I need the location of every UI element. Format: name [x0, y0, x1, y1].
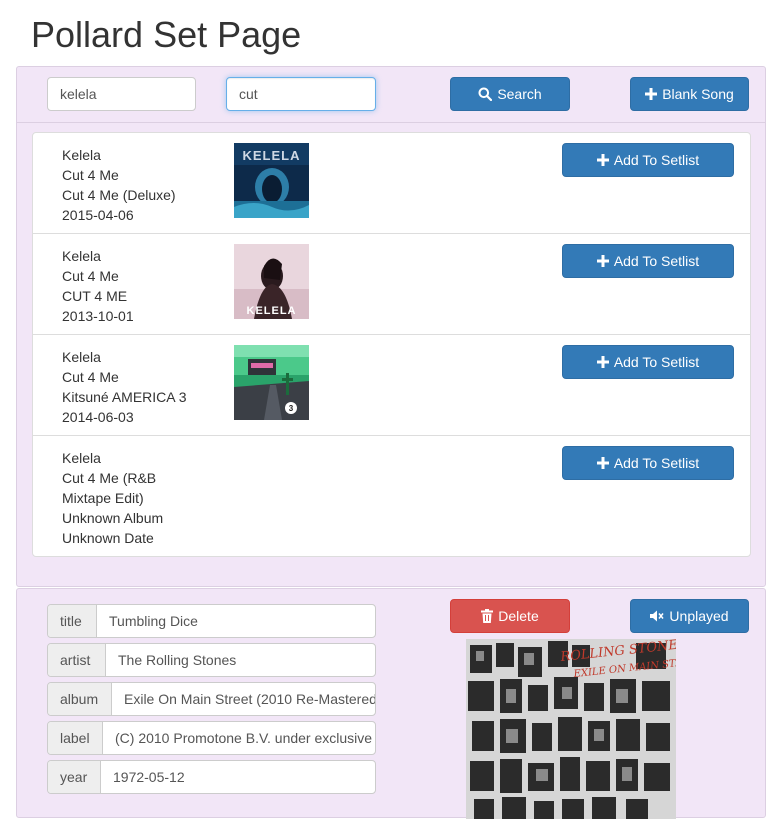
- delete-label: Delete: [498, 608, 539, 624]
- search-bar: Search Blank Song: [17, 67, 765, 123]
- result-album: CUT 4 ME: [62, 288, 128, 304]
- plus-icon: [596, 356, 609, 368]
- result-date: 2014-06-03: [62, 409, 134, 425]
- blank-song-label: Blank Song: [662, 86, 734, 102]
- album-cover: KELELA: [234, 244, 309, 319]
- result-info: Kelela Cut 4 Me Cut 4 Me (Deluxe) 2015-0…: [62, 145, 202, 225]
- result-date: 2013-10-01: [62, 308, 134, 324]
- result-album: Cut 4 Me (Deluxe): [62, 187, 176, 203]
- album-cover: KELELA: [234, 143, 309, 218]
- search-results-list: Kelela Cut 4 Me Cut 4 Me (Deluxe) 2015-0…: [32, 132, 751, 557]
- label-field-label: label: [48, 722, 103, 754]
- title-search-input[interactable]: [226, 77, 376, 111]
- result-title: Cut 4 Me: [62, 268, 119, 284]
- album-cover: 3: [234, 345, 309, 420]
- album-field-value[interactable]: Exile On Main Street (2010 Re-Mastered): [112, 683, 375, 715]
- artist-field-value[interactable]: The Rolling Stones: [106, 644, 375, 676]
- svg-text:KELELA: KELELA: [243, 148, 301, 163]
- svg-text:KELELA: KELELA: [247, 305, 297, 317]
- add-to-setlist-button[interactable]: Add To Setlist: [562, 345, 734, 379]
- volume-off-icon: [650, 610, 665, 622]
- label-field[interactable]: label (C) 2010 Promotone B.V. under excl…: [47, 721, 376, 755]
- trash-icon: [481, 609, 494, 623]
- add-to-setlist-button[interactable]: Add To Setlist: [562, 143, 734, 177]
- result-artist: Kelela: [62, 450, 101, 466]
- plus-icon: [596, 154, 609, 166]
- add-to-setlist-button[interactable]: Add To Setlist: [562, 446, 734, 480]
- result-title: Cut 4 Me: [62, 369, 119, 385]
- label-field-value[interactable]: (C) 2010 Promotone B.V. under exclusive …: [103, 722, 375, 754]
- year-field-label: year: [48, 761, 101, 793]
- result-title: Cut 4 Me: [62, 167, 119, 183]
- result-title: Cut 4 Me (R&B: [62, 470, 157, 486]
- result-info: Kelela Cut 4 Me (R&B Mixtape Edit) Unkno…: [62, 448, 202, 548]
- song-detail-panel: title Tumbling Dice artist The Rolling S…: [16, 588, 766, 819]
- result-artist: Kelela: [62, 248, 101, 264]
- artist-field-label: artist: [48, 644, 106, 676]
- result-date: 2015-04-06: [62, 207, 134, 223]
- result-row: Kelela Cut 4 Me Kitsuné AMERICA 3 2014-0…: [33, 335, 750, 436]
- result-info: Kelela Cut 4 Me Kitsuné AMERICA 3 2014-0…: [62, 347, 202, 427]
- title-field-label: title: [48, 605, 97, 637]
- album-field[interactable]: album Exile On Main Street (2010 Re-Mast…: [47, 682, 376, 716]
- result-row: Kelela Cut 4 Me CUT 4 ME 2013-10-01 KELE…: [33, 234, 750, 335]
- title-field[interactable]: title Tumbling Dice: [47, 604, 376, 638]
- result-row: Kelela Cut 4 Me (R&B Mixtape Edit) Unkno…: [33, 436, 750, 557]
- add-to-setlist-button[interactable]: Add To Setlist: [562, 244, 734, 278]
- result-album: Kitsuné AMERICA 3: [62, 389, 187, 405]
- svg-text:3: 3: [289, 404, 294, 413]
- unplayed-button[interactable]: Unplayed: [630, 599, 749, 633]
- page-title: Pollard Set Page: [31, 14, 302, 55]
- result-artist: Kelela: [62, 147, 101, 163]
- result-info: Kelela Cut 4 Me CUT 4 ME 2013-10-01: [62, 246, 202, 326]
- album-art: ROLLING STONES EXILE ON MAIN ST.: [466, 639, 676, 819]
- year-field[interactable]: year 1972-05-12: [47, 760, 376, 794]
- search-button[interactable]: Search: [450, 77, 570, 111]
- artist-field[interactable]: artist The Rolling Stones: [47, 643, 376, 677]
- plus-icon: [596, 255, 609, 267]
- album-field-label: album: [48, 683, 112, 715]
- delete-button[interactable]: Delete: [450, 599, 570, 633]
- unplayed-label: Unplayed: [669, 608, 729, 624]
- plus-icon: [596, 457, 609, 469]
- add-to-setlist-label: Add To Setlist: [613, 152, 700, 168]
- search-icon: [478, 87, 493, 101]
- result-title-cont: Mixtape Edit): [62, 490, 144, 506]
- add-to-setlist-label: Add To Setlist: [613, 253, 700, 269]
- blank-song-button[interactable]: Blank Song: [630, 77, 749, 111]
- search-button-label: Search: [497, 86, 542, 102]
- result-row: Kelela Cut 4 Me Cut 4 Me (Deluxe) 2015-0…: [33, 133, 750, 234]
- artist-search-input[interactable]: [47, 77, 196, 111]
- result-artist: Kelela: [62, 349, 101, 365]
- title-field-value[interactable]: Tumbling Dice: [97, 605, 375, 637]
- year-field-value[interactable]: 1972-05-12: [101, 761, 375, 793]
- search-panel: Search Blank Song Kelela Cut 4 Me Cut 4 …: [16, 66, 766, 587]
- add-to-setlist-label: Add To Setlist: [613, 455, 700, 471]
- plus-icon: [645, 88, 658, 100]
- add-to-setlist-label: Add To Setlist: [613, 354, 700, 370]
- result-date: Unknown Date: [62, 530, 154, 546]
- result-album: Unknown Album: [62, 510, 164, 526]
